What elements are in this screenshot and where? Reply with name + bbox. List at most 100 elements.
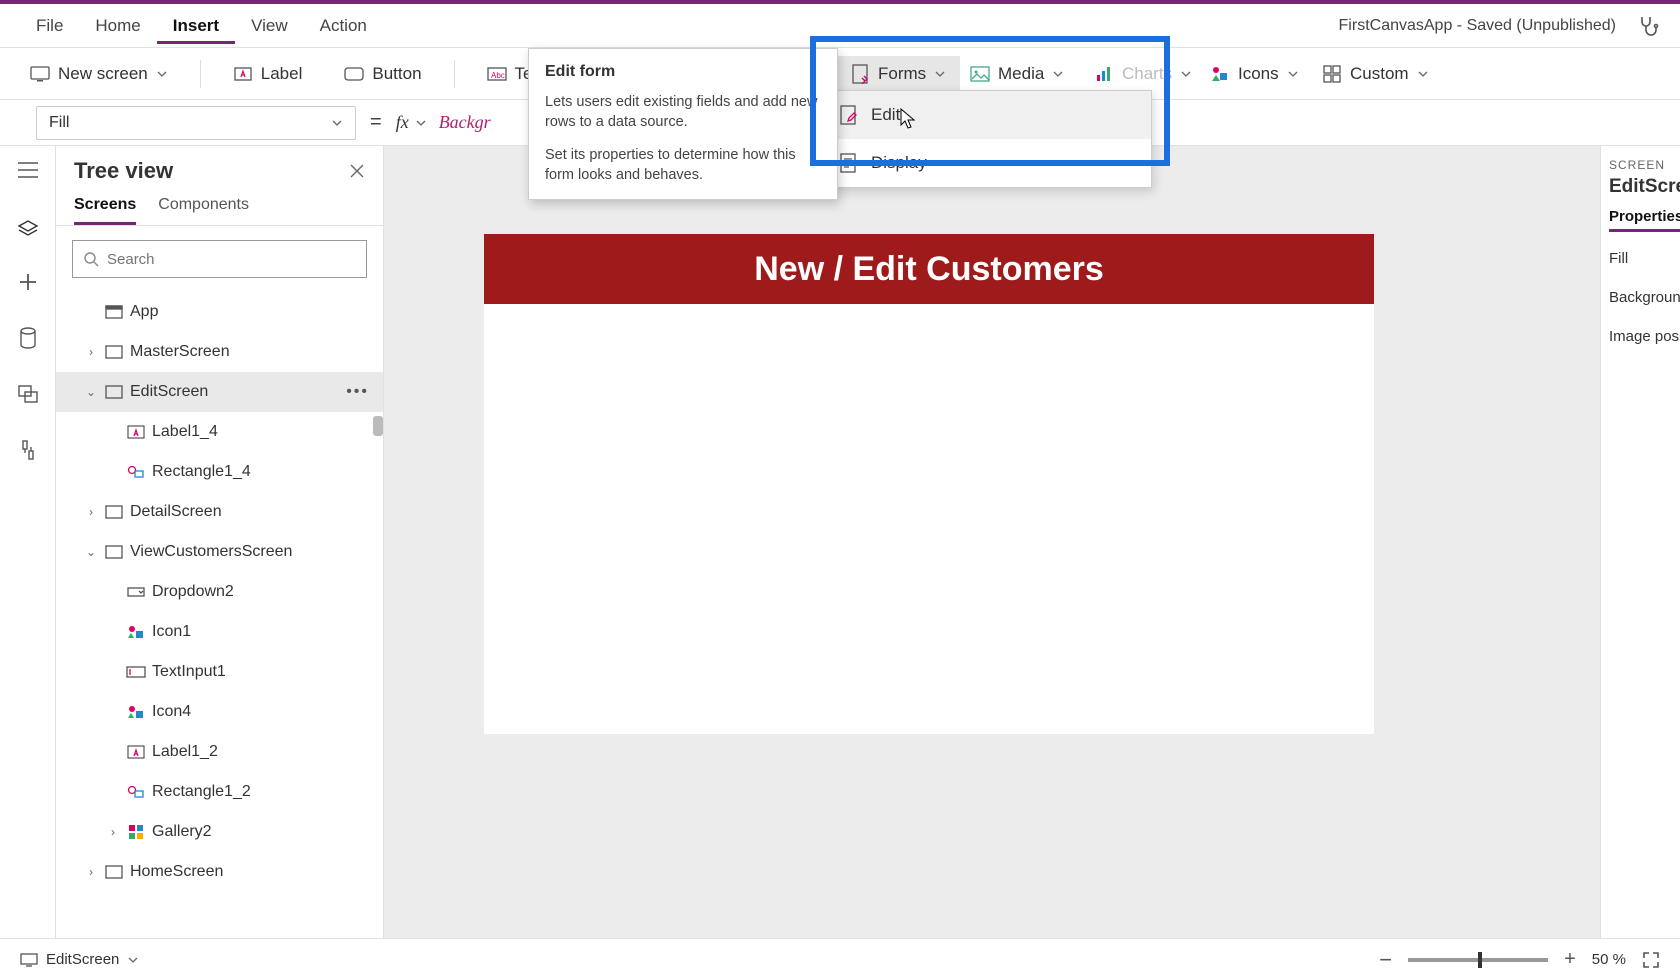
add-icon[interactable]	[14, 268, 42, 296]
tree-item-rectangle1_2[interactable]: Rectangle1_2	[56, 772, 383, 812]
menu-view[interactable]: View	[235, 8, 304, 44]
zoom-in-button[interactable]: +	[1564, 948, 1576, 971]
hamburger-icon[interactable]	[14, 156, 42, 184]
iconctrl-icon	[126, 622, 146, 642]
screen-icon	[104, 542, 124, 562]
tree-item-detailscreen[interactable]: ›DetailScreen	[56, 492, 383, 532]
rect-icon	[126, 782, 146, 802]
menu-action[interactable]: Action	[304, 8, 383, 44]
custom-button[interactable]: Custom	[1312, 58, 1439, 90]
screen-icon	[30, 64, 50, 84]
forms-dropdown: Edit Display	[822, 90, 1152, 188]
canvas-header-rect[interactable]: New / Edit Customers	[484, 234, 1374, 304]
rb-forms-label: Forms	[878, 64, 926, 84]
display-form-icon	[839, 153, 857, 173]
tree-item-label1_4[interactable]: Label1_4	[56, 412, 383, 452]
scrollbar-thumb[interactable]	[373, 416, 383, 436]
tree-item-icon4[interactable]: Icon4	[56, 692, 383, 732]
tree-item-app[interactable]: App	[56, 292, 383, 332]
tab-components[interactable]: Components	[158, 196, 249, 225]
screen-icon	[104, 382, 124, 402]
diagnostics-icon[interactable]	[1636, 14, 1660, 38]
chevron-down-icon	[1287, 68, 1299, 80]
new-screen-button[interactable]: New screen	[20, 58, 178, 90]
label-icon	[233, 64, 253, 84]
image-icon	[970, 64, 990, 84]
search-icon	[83, 251, 99, 267]
rb-icons-label: Icons	[1238, 64, 1279, 84]
dropdown-icon	[126, 582, 146, 602]
rb-custom-label: Custom	[1350, 64, 1409, 84]
canvas-header-label[interactable]: New / Edit Customers	[754, 250, 1104, 289]
zoom-slider[interactable]	[1408, 958, 1548, 962]
charts-button[interactable]: Charts	[1084, 58, 1202, 90]
rp-tab-properties[interactable]: Properties	[1609, 208, 1680, 232]
tab-screens[interactable]: Screens	[74, 196, 136, 225]
close-icon[interactable]	[349, 163, 365, 179]
advanced-icon[interactable]	[14, 436, 42, 464]
fullscreen-icon[interactable]	[1642, 951, 1660, 969]
tooltip-title: Edit form	[545, 63, 821, 81]
edit-form-icon	[839, 105, 857, 125]
property-selector[interactable]: Fill	[36, 106, 356, 140]
dropdown-item-edit[interactable]: Edit	[823, 91, 1151, 139]
rb-label: Label	[261, 64, 303, 84]
tree-item-gallery2[interactable]: ›Gallery2	[56, 812, 383, 852]
tree-item-homescreen[interactable]: ›HomeScreen	[56, 852, 383, 892]
label-button[interactable]: Label	[223, 58, 313, 90]
tree-item-icon1[interactable]: Icon1	[56, 612, 383, 652]
equals-sign: =	[356, 111, 396, 134]
menu-home[interactable]: Home	[79, 8, 156, 44]
tree-item-dropdown2[interactable]: Dropdown2	[56, 572, 383, 612]
zoom-out-button[interactable]: −	[1379, 947, 1392, 973]
chevron-down-icon	[934, 68, 946, 80]
tree-item-masterscreen[interactable]: ›MasterScreen	[56, 332, 383, 372]
menu-file[interactable]: File	[20, 8, 79, 44]
text-icon: Abc	[487, 64, 507, 84]
rb-button-label: Button	[372, 64, 421, 84]
canvas-area: New / Edit Customers	[384, 146, 1600, 938]
chevron-down-icon	[156, 68, 168, 80]
tooltip-p2: Set its properties to determine how this…	[545, 146, 821, 185]
rp-prop-background[interactable]: Background	[1609, 289, 1672, 306]
data-icon[interactable]	[14, 324, 42, 352]
dropdown-item-display[interactable]: Display	[823, 139, 1151, 187]
rp-prop-image-pos[interactable]: Image positi	[1609, 328, 1672, 345]
tree-item-rectangle1_4[interactable]: Rectangle1_4	[56, 452, 383, 492]
tree-view-icon[interactable]	[14, 212, 42, 240]
tooltip-p1: Lets users edit existing fields and add …	[545, 93, 821, 132]
rb-media-label: Media	[998, 64, 1044, 84]
tree-item-viewcustomersscreen[interactable]: ⌄ViewCustomersScreen	[56, 532, 383, 572]
component-icon	[1322, 64, 1342, 84]
button-icon	[344, 64, 364, 84]
chevron-down-icon	[127, 954, 139, 966]
chevron-down-icon[interactable]	[415, 117, 427, 129]
icons-button[interactable]: Icons	[1200, 58, 1309, 90]
app-status: FirstCanvasApp - Saved (Unpublished)	[1339, 17, 1636, 35]
canvas[interactable]: New / Edit Customers	[484, 234, 1374, 734]
textinput-icon	[126, 662, 146, 682]
breadcrumb[interactable]: EditScreen	[20, 951, 139, 968]
button-button[interactable]: Button	[334, 58, 431, 90]
tree-item-textinput1[interactable]: TextInput1	[56, 652, 383, 692]
rp-prop-fill[interactable]: Fill	[1609, 250, 1672, 267]
property-name: Fill	[49, 114, 69, 132]
tree-item-label1_2[interactable]: Label1_2	[56, 732, 383, 772]
media-rail-icon[interactable]	[14, 380, 42, 408]
form-icon	[850, 64, 870, 84]
menu-insert[interactable]: Insert	[157, 8, 235, 44]
breadcrumb-label: EditScreen	[46, 951, 119, 968]
menubar: FileHomeInsertViewAction FirstCanvasApp …	[0, 4, 1680, 48]
fx-icon[interactable]: fx	[396, 112, 415, 133]
new-screen-label: New screen	[58, 64, 148, 84]
rect-icon	[126, 462, 146, 482]
tree-item-editscreen[interactable]: ⌄EditScreen•••	[56, 372, 383, 412]
media-button[interactable]: Media	[960, 58, 1074, 90]
formula-value[interactable]: Backgr	[439, 112, 491, 133]
tree-search[interactable]	[72, 240, 367, 278]
search-input[interactable]	[107, 251, 356, 268]
forms-button[interactable]: Forms	[836, 56, 960, 92]
gallery-icon	[126, 822, 146, 842]
left-rail	[0, 146, 56, 938]
more-icon[interactable]: •••	[346, 383, 369, 401]
